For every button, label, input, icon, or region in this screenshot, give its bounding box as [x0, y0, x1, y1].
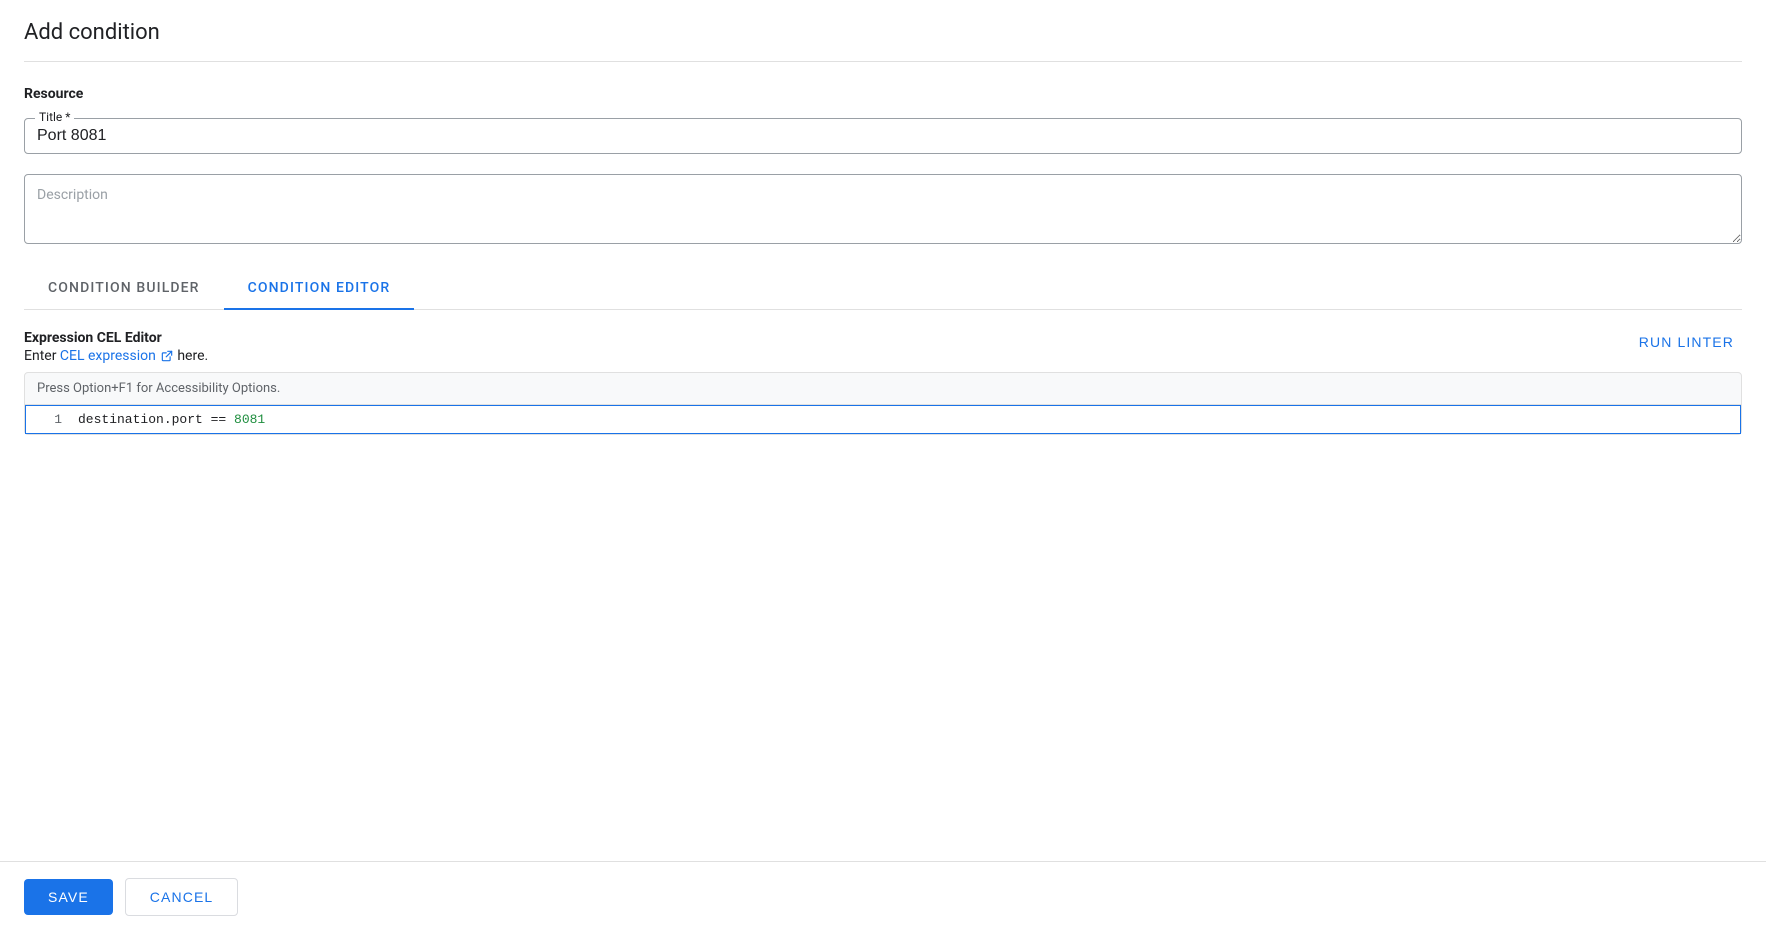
- tabs-container: CONDITION BUILDER CONDITION EDITOR: [24, 268, 1742, 310]
- code-content: destination.port == 8081: [74, 410, 1740, 429]
- code-line[interactable]: 1 destination.port == 8081: [25, 405, 1741, 434]
- page-title: Add condition: [24, 20, 1742, 45]
- cel-expression-link[interactable]: CEL expression: [60, 348, 174, 364]
- title-input[interactable]: [37, 127, 1729, 145]
- description-form-group: [24, 174, 1742, 248]
- tab-condition-editor[interactable]: CONDITION EDITOR: [224, 268, 415, 310]
- tab-condition-builder[interactable]: CONDITION BUILDER: [24, 268, 224, 310]
- expression-subtitle: Enter CEL expression here.: [24, 348, 208, 364]
- expression-header: Expression CEL Editor Enter CEL expressi…: [24, 330, 1742, 364]
- description-textarea[interactable]: [24, 174, 1742, 244]
- title-divider: [24, 61, 1742, 62]
- accessibility-hint: Press Option+F1 for Accessibility Option…: [25, 373, 1741, 405]
- external-link-icon: [160, 349, 174, 363]
- bottom-actions: SAVE CANCEL: [0, 861, 1766, 932]
- expression-section: Expression CEL Editor Enter CEL expressi…: [24, 330, 1742, 435]
- line-number: 1: [26, 412, 74, 427]
- title-label: Title *: [35, 110, 74, 124]
- save-button[interactable]: SAVE: [24, 879, 113, 915]
- resource-section-label: Resource: [24, 86, 1742, 102]
- code-editor-container: Press Option+F1 for Accessibility Option…: [24, 372, 1742, 435]
- run-linter-button[interactable]: RUN LINTER: [1631, 330, 1742, 354]
- expression-title: Expression CEL Editor: [24, 330, 208, 346]
- title-field-wrapper: Title *: [24, 118, 1742, 154]
- expression-info: Expression CEL Editor Enter CEL expressi…: [24, 330, 208, 364]
- cancel-button[interactable]: CANCEL: [125, 878, 239, 916]
